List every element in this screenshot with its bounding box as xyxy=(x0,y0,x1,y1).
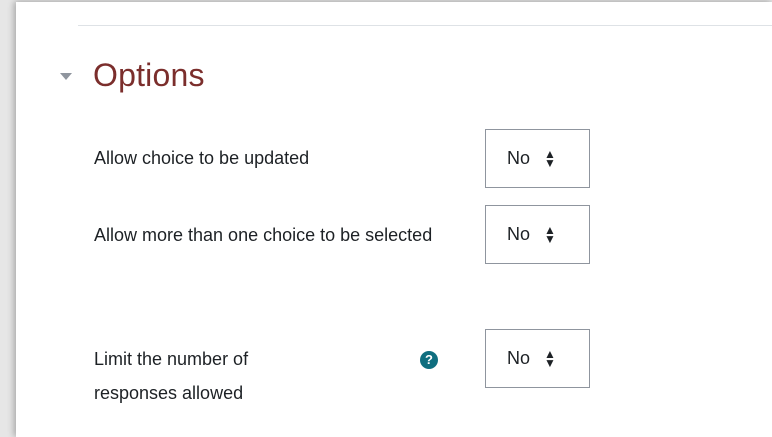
setting-row-allow-update: Allow choice to be updated No ▲ ▼ xyxy=(94,129,614,188)
setting-label-allow-update: Allow choice to be updated xyxy=(94,148,310,168)
section-divider xyxy=(78,25,772,26)
select-arrows-icon: ▲ ▼ xyxy=(544,222,556,246)
setting-row-limit-responses: Limit the number of responses allowed ? … xyxy=(94,329,614,415)
options-section-header[interactable]: Options xyxy=(60,52,205,98)
setting-row-allow-multiple: Allow more than one choice to be selecte… xyxy=(94,205,614,291)
select-value: No xyxy=(507,224,531,244)
screenshot-frame: Options Allow choice to be updated No ▲ ▼… xyxy=(0,0,772,437)
select-value: No xyxy=(507,348,531,368)
allow-multiple-select[interactable]: No ▲ ▼ xyxy=(485,205,590,264)
select-arrows-icon: ▲ ▼ xyxy=(544,146,556,170)
allow-update-select[interactable]: No ▲ ▼ xyxy=(485,129,590,188)
section-title: Options xyxy=(93,56,205,93)
select-arrows-icon: ▲ ▼ xyxy=(544,346,556,370)
limit-responses-select[interactable]: No ▲ ▼ xyxy=(485,329,590,388)
setting-label-limit-responses: Limit the number of responses allowed xyxy=(94,349,249,403)
question-circle-icon[interactable]: ? xyxy=(420,351,438,369)
select-value: No xyxy=(507,148,531,168)
setting-label-allow-multiple: Allow more than one choice to be selecte… xyxy=(94,225,433,245)
collapse-caret-icon[interactable] xyxy=(60,72,72,80)
